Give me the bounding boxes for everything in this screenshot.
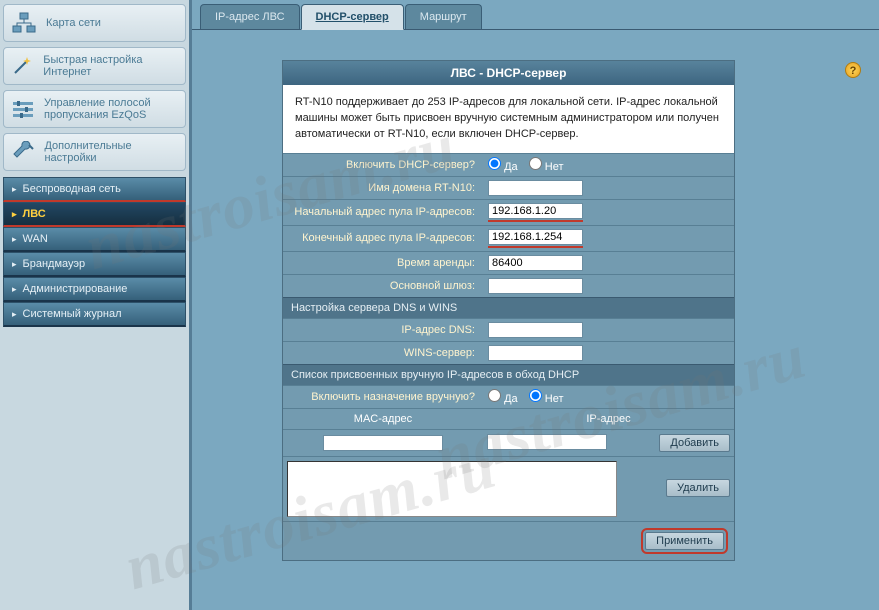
arrow-icon: ▸: [12, 234, 17, 245]
arrow-icon: ▸: [12, 184, 17, 195]
ip-input[interactable]: [487, 434, 607, 450]
tab-lan-ip[interactable]: IP-адрес ЛВС: [200, 4, 300, 29]
subnav-label: ЛВС: [23, 208, 46, 220]
dns-section-title: Настройка сервера DNS и WINS: [283, 297, 734, 318]
sidebar-network-map[interactable]: Карта сети: [3, 4, 186, 42]
arrow-icon: ▸: [12, 309, 17, 320]
dns-label: IP-адрес DNS:: [283, 318, 483, 341]
delete-button[interactable]: Удалить: [666, 479, 730, 497]
domain-input[interactable]: [488, 180, 583, 196]
tab-dhcp-server[interactable]: DHCP-сервер: [301, 4, 404, 30]
radio-no-label[interactable]: Нет: [529, 161, 564, 173]
wrench-icon: [10, 140, 36, 164]
tab-route[interactable]: Маршрут: [405, 4, 482, 29]
manual-section-title: Список присвоенных вручную IP-адресов в …: [283, 364, 734, 385]
sliders-icon: [10, 97, 36, 121]
subnav-wireless[interactable]: ▸ Беспроводная сеть: [3, 177, 186, 202]
assigned-list[interactable]: [287, 461, 617, 517]
radio-yes[interactable]: [488, 157, 501, 170]
gateway-label: Основной шлюз:: [283, 274, 483, 297]
sidebar-label: Карта сети: [46, 17, 101, 29]
subnav-label: Системный журнал: [23, 308, 122, 320]
radio-no[interactable]: [529, 157, 542, 170]
add-button[interactable]: Добавить: [659, 434, 730, 452]
subnav-label: WAN: [23, 233, 48, 245]
dns-input[interactable]: [488, 322, 583, 338]
sidebar-ezqos[interactable]: Управление полосой пропускания EzQoS: [3, 90, 186, 128]
lease-label: Время аренды:: [283, 251, 483, 274]
radio-yes-label[interactable]: Да: [488, 161, 518, 173]
subnav-wan[interactable]: ▸ WAN: [3, 227, 186, 252]
pool-end-input[interactable]: [488, 229, 583, 245]
sidebar-label: Управление полосой пропускания EzQoS: [44, 97, 179, 121]
panel-title: ЛВС - DHCP-сервер: [283, 61, 734, 85]
arrow-icon: ▸: [12, 209, 17, 220]
apply-button[interactable]: Применить: [645, 532, 724, 550]
dhcp-panel: ЛВС - DHCP-сервер RT-N10 поддерживает до…: [282, 60, 735, 561]
manual-radio-yes[interactable]: [488, 389, 501, 402]
wins-label: WINS-сервер:: [283, 341, 483, 364]
subnav-lan[interactable]: ▸ ЛВС: [3, 202, 186, 227]
gateway-input[interactable]: [488, 278, 583, 294]
help-icon[interactable]: ?: [845, 62, 861, 78]
pool-start-input[interactable]: [488, 203, 583, 219]
manual-radio-yes-label[interactable]: Да: [488, 393, 518, 405]
subnav-syslog[interactable]: ▸ Системный журнал: [3, 302, 186, 327]
tab-bar: IP-адрес ЛВС DHCP-сервер Маршрут: [192, 0, 879, 30]
network-icon: [10, 11, 38, 35]
manual-radio-no[interactable]: [529, 389, 542, 402]
mac-header: MAC-адрес: [283, 408, 483, 429]
panel-description: RT-N10 поддерживает до 253 IP-адресов дл…: [283, 85, 734, 153]
sidebar-label: Быстрая настройка Интернет: [43, 54, 179, 78]
ip-header: IP-адрес: [483, 408, 734, 429]
domain-label: Имя домена RT-N10:: [283, 176, 483, 199]
wins-input[interactable]: [488, 345, 583, 361]
manual-radio-no-label[interactable]: Нет: [529, 393, 564, 405]
sidebar-quick-setup[interactable]: Быстрая настройка Интернет: [3, 47, 186, 85]
subnav-label: Администрирование: [23, 283, 128, 295]
pool-end-label: Конечный адрес пула IP-адресов:: [283, 225, 483, 251]
mac-input[interactable]: [323, 435, 443, 451]
pool-start-label: Начальный адрес пула IP-адресов:: [283, 199, 483, 225]
sidebar: Карта сети Быстрая настройка Интернет Уп…: [0, 0, 189, 610]
manual-enable-label: Включить назначение вручную?: [283, 385, 483, 408]
subnav-label: Брандмауэр: [23, 258, 86, 270]
sidebar-subnav: ▸ Беспроводная сеть ▸ ЛВС ▸ WAN ▸ Брандм…: [3, 177, 186, 327]
main-area: IP-адрес ЛВС DHCP-сервер Маршрут ? ЛВС -…: [189, 0, 879, 610]
subnav-firewall[interactable]: ▸ Брандмауэр: [3, 252, 186, 277]
lease-input[interactable]: [488, 255, 583, 271]
arrow-icon: ▸: [12, 284, 17, 295]
arrow-icon: ▸: [12, 259, 17, 270]
wand-icon: [10, 54, 35, 78]
enable-dhcp-label: Включить DHCP-сервер?: [283, 153, 483, 176]
sidebar-advanced[interactable]: Дополнительные настройки: [3, 133, 186, 171]
sidebar-label: Дополнительные настройки: [44, 140, 179, 164]
subnav-label: Беспроводная сеть: [23, 183, 121, 195]
subnav-admin[interactable]: ▸ Администрирование: [3, 277, 186, 302]
